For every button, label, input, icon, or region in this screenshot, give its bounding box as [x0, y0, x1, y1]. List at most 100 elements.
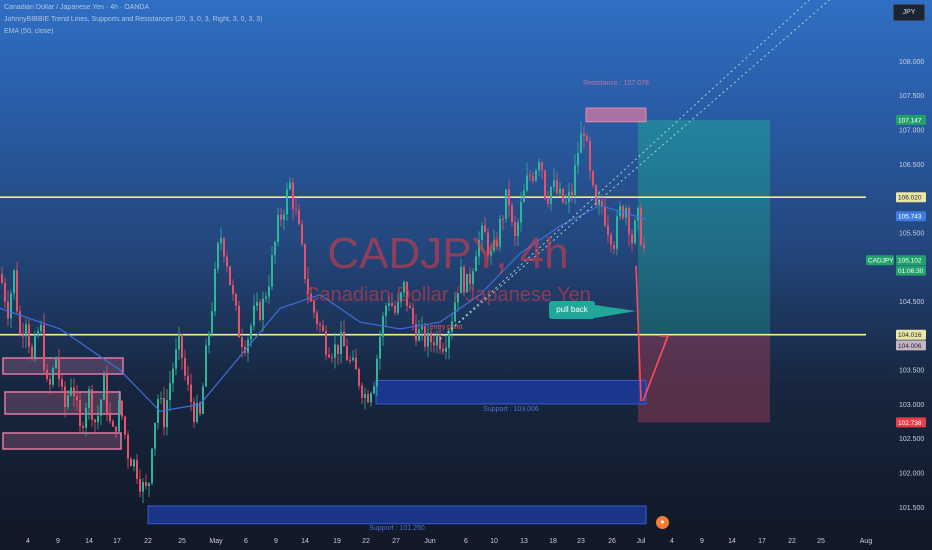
price-badge-label-6: 104.016	[898, 332, 922, 339]
candle-body-63	[190, 384, 192, 403]
indicator-ema[interactable]: EMA (50, close)	[4, 28, 53, 35]
candle-body-51	[154, 422, 156, 449]
candle-body-31	[94, 419, 96, 423]
y-tick-1: 107.500	[899, 93, 924, 100]
x-tick-5: 25	[178, 538, 186, 545]
candle-body-181	[544, 170, 546, 199]
price-badge-label-2: 105.743	[898, 214, 922, 221]
x-tick-4: 22	[144, 538, 152, 545]
candle-body-20	[61, 379, 63, 387]
candle-body-140	[421, 326, 423, 330]
x-tick-6: May	[209, 538, 223, 545]
candle-body-78	[235, 293, 237, 306]
candle-body-124	[373, 386, 375, 394]
candle-body-179	[538, 161, 540, 171]
candle-body-91	[274, 241, 276, 256]
y-tick-2: 107.000	[899, 128, 924, 135]
x-tick-25: 22	[788, 538, 796, 545]
candle-body-1	[4, 282, 6, 302]
y-tick-8: 102.500	[899, 436, 924, 443]
candle-body-39	[118, 400, 120, 432]
candle-body-16	[49, 378, 51, 385]
candle-body-42	[127, 434, 129, 459]
candle-body-5	[16, 270, 18, 312]
candle-body-126	[379, 336, 381, 359]
candle-body-169	[508, 189, 510, 206]
candle-body-136	[409, 305, 411, 309]
candle-body-177	[532, 176, 534, 181]
candle-body-149	[448, 331, 450, 348]
pink-zone-3[interactable]	[2, 432, 122, 450]
candle-body-187	[562, 188, 564, 203]
tradingview-logo-icon[interactable]: ●	[656, 516, 669, 529]
stop-zone[interactable]	[638, 334, 770, 423]
x-tick-26: 25	[817, 538, 825, 545]
candle-body-24	[73, 387, 75, 397]
candle-body-116	[349, 360, 351, 362]
chart-canvas[interactable]: 108.000 107.500 107.000 106.500 105.500 104.5…	[0, 0, 932, 550]
candle-body-19	[58, 357, 60, 380]
indicator-trendlines[interactable]: JohnnyBIBBIE Trend Lines, Supports and R…	[4, 16, 262, 23]
candle-body-11	[34, 336, 36, 360]
candle-body-32	[97, 415, 99, 423]
candle-body-41	[124, 416, 126, 435]
candle-body-9	[28, 324, 30, 347]
candle-body-205	[616, 216, 618, 249]
candle-body-29	[88, 389, 90, 408]
resistance-zone[interactable]	[585, 107, 647, 123]
candle-body-72	[217, 243, 219, 269]
candle-body-56	[169, 383, 171, 401]
pink-zone-2[interactable]	[4, 391, 121, 415]
watermark-subtitle: Canadian Dollar / Japanese Yen	[305, 284, 591, 306]
x-tick-18: 23	[577, 538, 585, 545]
candle-body-212	[637, 207, 639, 221]
candle-body-3	[10, 293, 12, 319]
x-tick-3: 17	[113, 538, 121, 545]
candle-body-194	[583, 133, 585, 137]
candle-body-100	[301, 224, 303, 245]
candle-body-145	[436, 334, 438, 346]
candle-body-45	[136, 459, 138, 479]
candle-body-2	[7, 301, 9, 319]
candle-body-8	[25, 324, 27, 337]
candle-body-40	[121, 400, 123, 417]
x-tick-11: 22	[362, 538, 370, 545]
candle-body-101	[304, 244, 306, 280]
candle-body-12	[37, 331, 39, 337]
candle-body-111	[334, 344, 336, 358]
price-badge-label-3: CADJPY	[868, 258, 894, 265]
candle-body-209	[628, 207, 630, 235]
candle-body-4	[13, 270, 15, 294]
resistance-label: Resistance : 107.078	[583, 80, 649, 87]
candle-body-120	[361, 385, 363, 398]
candle-body-115	[346, 346, 348, 361]
candle-body-193	[580, 133, 582, 154]
x-tick-1: 9	[56, 538, 60, 545]
x-tick-20: Jul	[637, 538, 646, 545]
candle-body-89	[268, 286, 270, 297]
x-tick-12: 27	[392, 538, 400, 545]
support-zone-upper[interactable]	[375, 379, 647, 405]
support-zone-lower[interactable]	[147, 505, 647, 525]
candle-body-146	[439, 334, 441, 350]
candle-body-109	[328, 354, 330, 358]
candle-body-53	[160, 398, 162, 400]
y-tick-7: 103.000	[899, 402, 924, 409]
target-zone[interactable]	[638, 119, 770, 335]
watermark-title: CADJPY, 4h	[327, 229, 568, 278]
candle-body-183	[550, 186, 552, 204]
candle-body-27	[82, 425, 84, 428]
candle-body-62	[187, 375, 189, 385]
candle-body-198	[595, 185, 597, 206]
candle-body-167	[502, 218, 504, 220]
candle-body-71	[214, 268, 216, 312]
candle-body-214	[643, 244, 645, 249]
candle-body-74	[223, 238, 225, 257]
currency-badge[interactable]: JPY	[893, 4, 925, 21]
candle-body-188	[565, 202, 567, 204]
y-tick-5: 104.500	[899, 299, 924, 306]
candle-body-48	[145, 482, 147, 487]
candle-body-7	[22, 334, 24, 337]
candle-body-83	[250, 325, 252, 340]
candle-body-57	[172, 368, 174, 384]
